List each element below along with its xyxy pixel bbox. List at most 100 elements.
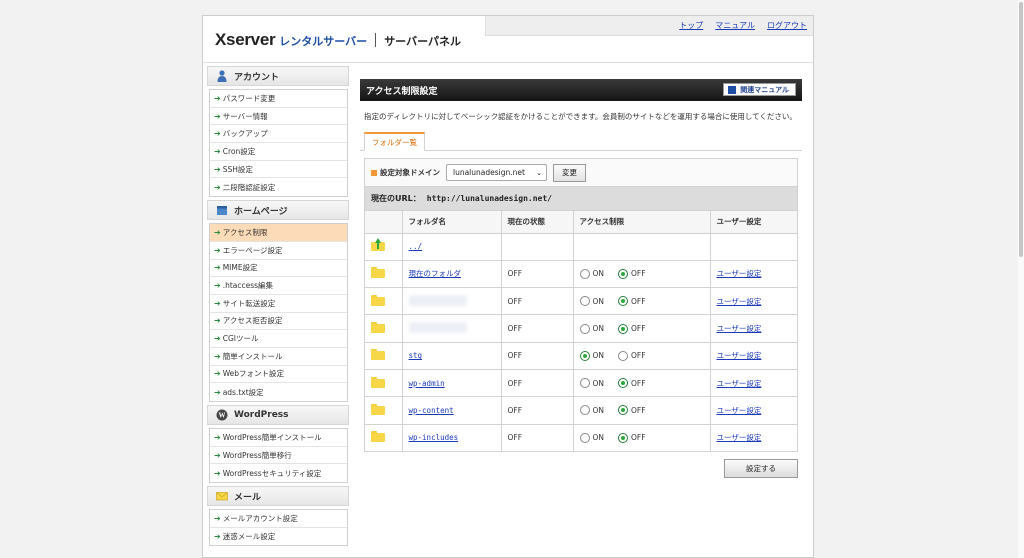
access-on-radio[interactable]: ON	[579, 432, 604, 443]
sidebar-item-easy-install[interactable]: ➔ 簡単インストール	[210, 348, 347, 366]
row-state-cell: OFF	[501, 368, 574, 397]
row-icon-cell	[365, 423, 403, 452]
sidebar-item-spam[interactable]: ➔ 迷惑メール設定	[210, 528, 347, 546]
manual-link[interactable]: マニュアル	[715, 20, 755, 31]
access-off-radio[interactable]: OFF	[618, 378, 646, 389]
access-on-radio[interactable]: ON	[579, 378, 604, 389]
redacted-folder-name[interactable]	[408, 322, 467, 334]
header: Xserver レンタルサーバー サーバーパネル トップ マニュアル ログアウト	[203, 16, 813, 63]
sidebar-section-title: アカウント	[234, 72, 280, 83]
radio-checked-icon	[579, 350, 590, 361]
parent-folder-link[interactable]: ../	[409, 242, 423, 251]
top-link[interactable]: トップ	[679, 20, 703, 31]
row-name-cell: wp-admin	[402, 368, 502, 397]
xserver-logo[interactable]: Xserver レンタルサーバー サーバーパネル	[215, 30, 461, 50]
access-on-radio[interactable]: ON	[579, 296, 604, 307]
sidebar-item-wp-install[interactable]: ➔ WordPress簡単インストール	[210, 429, 347, 447]
access-on-radio[interactable]: ON	[579, 323, 604, 334]
arrow-right-icon: ➔	[214, 334, 221, 344]
radio-checked-icon	[618, 378, 629, 389]
bullet-square-icon	[371, 169, 377, 176]
sidebar-item-mime[interactable]: ➔ MIME設定	[210, 260, 347, 278]
access-off-radio[interactable]: OFF	[618, 323, 646, 334]
row-state-cell: OFF	[501, 259, 574, 288]
sidebar-item-password[interactable]: ➔ パスワード変更	[210, 90, 347, 108]
row-access-cell: ON OFF	[573, 341, 711, 370]
page-description: 指定のディレクトリに対してベーシック認証をかけることができます。会員制のサイトな…	[364, 112, 797, 121]
sidebar-item-ads-txt[interactable]: ➔ ads.txt設定	[210, 383, 347, 401]
svg-text:W: W	[219, 412, 226, 420]
radio-label: OFF	[631, 433, 646, 443]
manual-icon	[728, 85, 737, 94]
page-title: アクセス制限設定	[366, 86, 438, 97]
arrow-right-icon: ➔	[214, 532, 221, 542]
sidebar-item-webfont[interactable]: ➔ Webフォント設定	[210, 366, 347, 384]
folder-link[interactable]: wp-includes	[409, 433, 459, 442]
folder-icon	[371, 267, 385, 279]
tab-folder-list[interactable]: フォルダ一覧	[364, 132, 425, 151]
homepage-icon	[217, 206, 227, 216]
access-off-radio[interactable]: OFF	[618, 296, 646, 307]
related-manual-button[interactable]: 関連マニュアル	[723, 83, 796, 96]
user-settings-link[interactable]: ユーザー設定	[717, 324, 762, 333]
access-on-radio[interactable]: ON	[579, 350, 604, 361]
row-access-cell	[573, 232, 711, 261]
row-icon-cell	[365, 396, 403, 425]
arrow-right-icon: ➔	[214, 129, 221, 139]
folder-link[interactable]: stg	[409, 351, 423, 360]
window-scrollbar[interactable]	[1018, 0, 1024, 558]
sidebar-item-label: サイト転送設定	[222, 298, 276, 308]
user-settings-link[interactable]: ユーザー設定	[717, 269, 762, 278]
redacted-folder-name[interactable]	[408, 294, 467, 306]
access-off-radio[interactable]: OFF	[618, 350, 646, 361]
access-on-radio[interactable]: ON	[579, 268, 605, 279]
access-off-radio[interactable]: OFF	[618, 268, 646, 279]
row-user-cell	[710, 232, 797, 261]
sidebar-item-cgi[interactable]: ➔ CGIツール	[210, 330, 347, 348]
access-off-radio[interactable]: OFF	[618, 432, 646, 443]
sidebar-list-wordpress: ➔ WordPress簡単インストール ➔ WordPress簡単移行 ➔ WordP…	[209, 428, 348, 484]
arrow-right-icon: ➔	[214, 281, 221, 291]
folder-icon	[371, 322, 385, 334]
sidebar-item-error-page[interactable]: ➔ エラーページ設定	[210, 242, 347, 260]
sidebar-item-htaccess[interactable]: ➔ .htaccess編集	[210, 277, 347, 295]
radio-label: ON	[592, 269, 605, 279]
domain-label: 設定対象ドメイン	[380, 168, 440, 177]
sidebar-item-backup[interactable]: ➔ バックアップ	[210, 125, 347, 144]
scrollbar-thumb[interactable]	[1019, 2, 1023, 257]
sidebar-item-server-info[interactable]: ➔ サーバー情報	[210, 108, 347, 126]
logout-link[interactable]: ログアウト	[767, 20, 807, 31]
arrow-right-icon: ➔	[214, 369, 221, 379]
change-button[interactable]: 変更	[553, 163, 586, 182]
row-name-cell: wp-includes	[402, 423, 502, 452]
current-url-label: 現在のURL：	[371, 194, 421, 203]
user-settings-link[interactable]: ユーザー設定	[717, 433, 762, 442]
row-access-cell: ON OFF	[573, 396, 711, 425]
sidebar-item-ssh[interactable]: ➔ SSH設定	[210, 161, 347, 179]
sidebar-item-access-deny[interactable]: ➔ アクセス拒否設定	[210, 313, 347, 331]
sidebar-item-cron[interactable]: ➔ Cron設定	[210, 143, 347, 161]
sidebar-item-mail-account[interactable]: ➔ メールアカウント設定	[210, 510, 347, 528]
access-off-radio[interactable]: OFF	[618, 405, 646, 416]
tab-bar: フォルダ一覧	[360, 132, 802, 151]
sidebar-item-access-limit[interactable]: ➔ アクセス制限	[210, 224, 347, 242]
sidebar-item-wp-migrate[interactable]: ➔ WordPress簡単移行	[210, 447, 347, 465]
folder-link[interactable]: wp-admin	[409, 379, 445, 388]
sidebar-item-label: メールアカウント設定	[222, 513, 298, 523]
folder-link[interactable]: 現在のフォルダ	[409, 269, 462, 278]
table-row: stg OFF ON OFF ユーザー設定	[365, 341, 797, 370]
domain-select[interactable]: lunalunadesign.net ⌄	[446, 164, 547, 181]
access-on-radio[interactable]: ON	[579, 405, 604, 416]
user-settings-link[interactable]: ユーザー設定	[717, 351, 762, 360]
folder-link[interactable]: wp-content	[409, 406, 454, 415]
user-settings-link[interactable]: ユーザー設定	[717, 406, 762, 415]
table-row: 現在のフォルダ OFF ON OFF ユーザー設定	[365, 259, 797, 288]
submit-settings-button[interactable]: 設定する	[724, 459, 798, 479]
sidebar-list-account: ➔ パスワード変更 ➔ サーバー情報 ➔ バックアップ ➔ Cron設定 ➔ SSH設定 …	[209, 89, 348, 198]
row-name-cell	[402, 287, 502, 315]
sidebar-item-2fa[interactable]: ➔ 二段階認証設定	[210, 178, 347, 196]
sidebar-item-wp-security[interactable]: ➔ WordPressセキュリティ設定	[210, 464, 347, 482]
user-settings-link[interactable]: ユーザー設定	[717, 297, 762, 306]
user-settings-link[interactable]: ユーザー設定	[717, 379, 762, 388]
sidebar-item-redirect[interactable]: ➔ サイト転送設定	[210, 295, 347, 313]
